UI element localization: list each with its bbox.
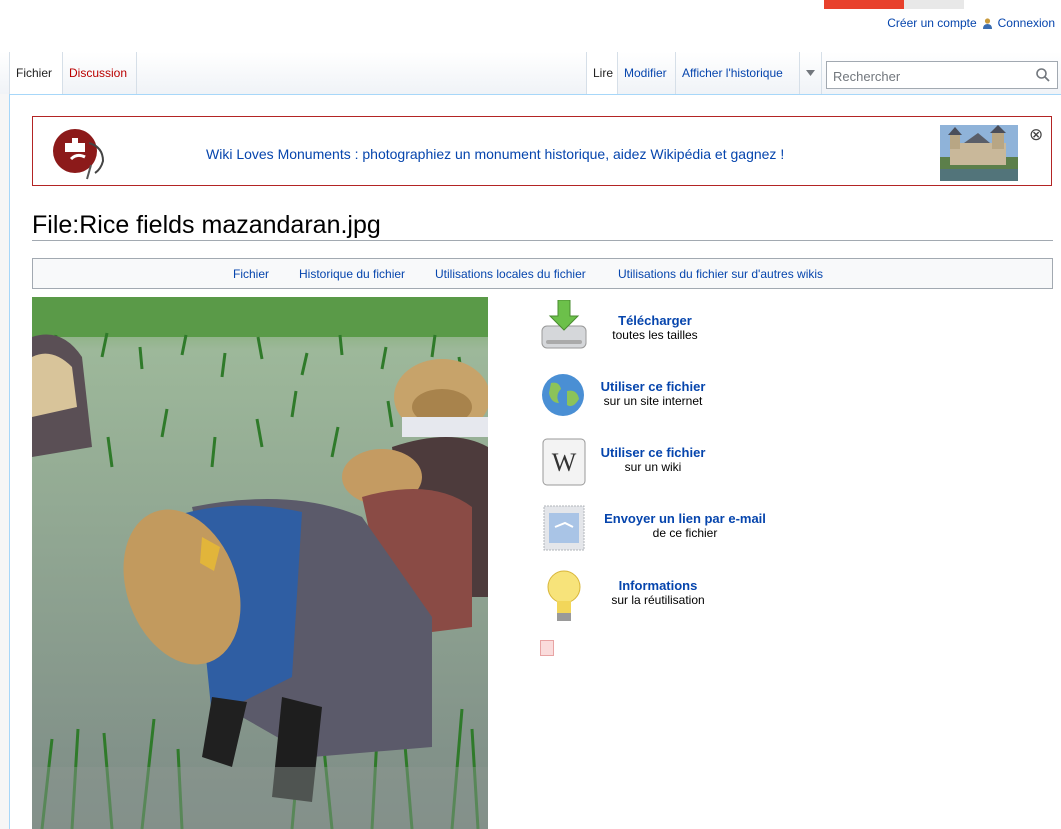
banner-link[interactable]: Wiki Loves Monuments : photographiez un … <box>206 146 784 162</box>
svg-text:W: W <box>552 448 577 477</box>
toc-local-uses-link[interactable]: Utilisations locales du fichier <box>435 267 586 281</box>
header-accent <box>824 0 904 9</box>
email-icon[interactable] <box>543 505 585 551</box>
download-icon[interactable] <box>540 300 588 352</box>
info-action: Informations sur la réutilisation <box>598 578 718 607</box>
file-image[interactable] <box>32 297 488 829</box>
tab-read[interactable]: Lire <box>586 52 618 94</box>
download-link[interactable]: Télécharger <box>600 313 710 328</box>
wiki-loves-monuments-logo[interactable] <box>51 125 115 181</box>
more-dropdown[interactable] <box>800 52 822 94</box>
use-wiki-link[interactable]: Utiliser ce fichier <box>598 445 708 460</box>
toc-global-uses-link[interactable]: Utilisations du fichier sur d'autres wik… <box>618 267 823 281</box>
lightbulb-icon[interactable] <box>546 569 582 623</box>
wikipedia-w-icon[interactable]: W <box>542 438 586 486</box>
tab-edit[interactable]: Modifier <box>618 52 676 94</box>
title-divider <box>32 240 1053 241</box>
toc-history-link[interactable]: Historique du fichier <box>299 267 405 281</box>
page-content: Wiki Loves Monuments : photographiez un … <box>9 94 1061 829</box>
email-action: Envoyer un lien par e-mail de ce fichier <box>595 511 775 540</box>
info-subtitle: sur la réutilisation <box>611 593 705 607</box>
download-action: Télécharger toutes les tailles <box>600 313 710 342</box>
create-account-link[interactable]: Créer un compte <box>887 16 976 30</box>
castle-thumbnail[interactable] <box>940 125 1018 181</box>
use-wiki-action: Utiliser ce fichier sur un wiki <box>598 445 708 474</box>
email-link[interactable]: Envoyer un lien par e-mail <box>595 511 775 526</box>
use-web-subtitle: sur un site internet <box>603 394 703 408</box>
close-icon[interactable]: ⊗ <box>1029 125 1043 145</box>
tab-file[interactable]: Fichier <box>9 52 63 94</box>
user-icon <box>982 17 992 29</box>
campaign-banner: Wiki Loves Monuments : photographiez un … <box>32 116 1052 186</box>
globe-icon[interactable] <box>541 371 585 419</box>
login-link[interactable]: Connexion <box>998 16 1055 30</box>
download-subtitle: toutes les tailles <box>612 328 698 342</box>
tab-history[interactable]: Afficher l'historique <box>676 52 800 94</box>
broken-image-icon <box>540 640 554 656</box>
use-web-action: Utiliser ce fichier sur un site internet <box>598 379 708 408</box>
chevron-down-icon <box>806 70 815 76</box>
use-web-link[interactable]: Utiliser ce fichier <box>598 379 708 394</box>
use-wiki-subtitle: sur un wiki <box>624 460 682 474</box>
page-title: File:Rice fields mazandaran.jpg <box>32 211 381 239</box>
info-link[interactable]: Informations <box>598 578 718 593</box>
personal-tools: Créer un compte Connexion <box>887 16 1055 30</box>
search-input[interactable] <box>827 62 1029 90</box>
tabs-bar: Fichier Discussion Lire Modifier Affiche… <box>0 52 1061 94</box>
header-accent-gray <box>904 0 964 9</box>
tab-discussion[interactable]: Discussion <box>63 52 137 94</box>
top-bar: Créer un compte Connexion <box>0 0 1061 52</box>
toc-file-link[interactable]: Fichier <box>233 267 269 281</box>
search-box <box>826 61 1058 90</box>
search-icon[interactable] <box>1035 67 1051 83</box>
file-toc: Fichier Historique du fichier Utilisatio… <box>32 258 1053 289</box>
email-subtitle: de ce fichier <box>652 526 718 540</box>
